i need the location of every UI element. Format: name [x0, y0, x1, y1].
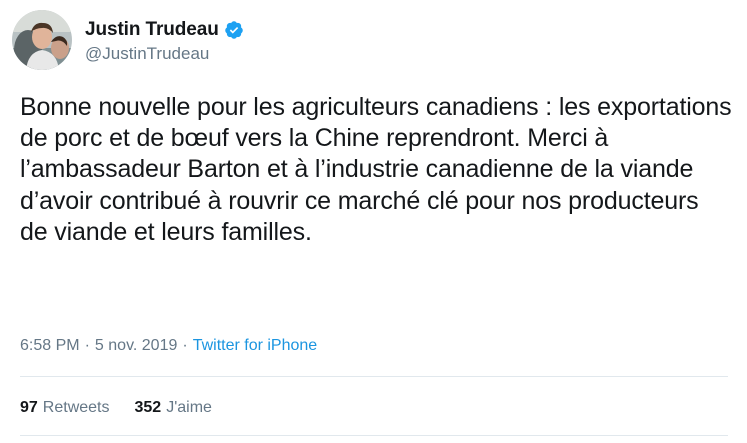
avatar[interactable]	[12, 10, 72, 70]
tweet-source-link[interactable]: Twitter for iPhone	[193, 337, 318, 355]
tweet-text: Bonne nouvelle pour les agriculteurs can…	[20, 93, 732, 246]
meta-separator: ·	[84, 337, 90, 354]
retweets-count: 97	[20, 399, 38, 416]
likes-count: 352	[134, 399, 162, 416]
author-names: Justin Trudeau @JustinTrudeau	[85, 17, 244, 64]
divider	[20, 376, 728, 377]
tweet-header: Justin Trudeau @JustinTrudeau	[12, 10, 244, 70]
tweet-time[interactable]: 6:58 PM	[20, 337, 80, 355]
verified-badge-icon	[224, 20, 244, 40]
tweet-stats: 97 Retweets 352 J'aime	[20, 399, 237, 417]
retweets-label: Retweets	[42, 399, 110, 416]
retweets-stat[interactable]: 97 Retweets	[20, 399, 110, 417]
display-name[interactable]: Justin Trudeau	[85, 19, 219, 41]
meta-separator: ·	[182, 337, 188, 354]
tweet-card: Justin Trudeau @JustinTrudeau Bonne nouv…	[0, 0, 747, 443]
tweet-meta: 6:58 PM · 5 nov. 2019 · Twitter for iPho…	[20, 337, 317, 355]
tweet-date[interactable]: 5 nov. 2019	[95, 337, 177, 355]
divider	[20, 435, 728, 436]
avatar-image	[12, 10, 72, 70]
name-row: Justin Trudeau	[85, 17, 244, 43]
handle[interactable]: @JustinTrudeau	[85, 44, 244, 64]
likes-label: J'aime	[166, 399, 212, 416]
likes-stat[interactable]: 352 J'aime	[135, 399, 212, 417]
